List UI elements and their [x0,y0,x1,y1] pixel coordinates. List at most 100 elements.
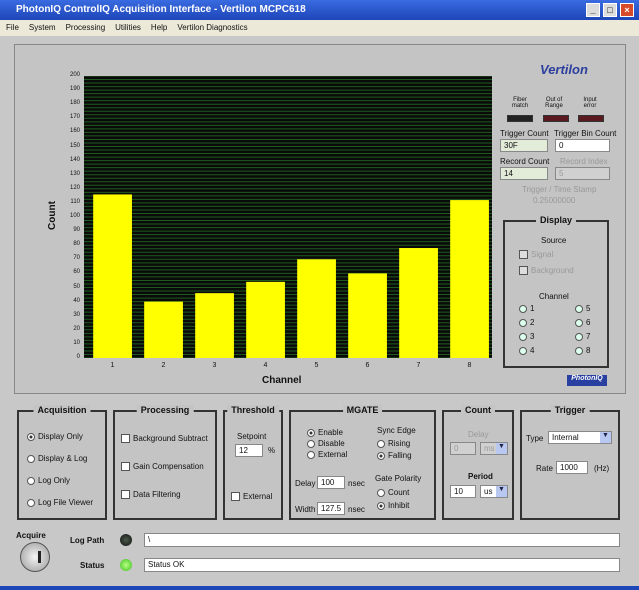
option-label: Log Only [38,476,71,485]
x-tick-label: 2 [161,362,166,369]
period-field[interactable]: 10 [450,485,476,498]
bar-chart [84,75,492,359]
menu-processing[interactable]: Processing [66,23,106,32]
trigger-bin-count-field[interactable]: 0 [555,139,610,152]
falling-radio[interactable] [377,451,385,460]
background-checkbox[interactable] [519,266,528,276]
delay-field[interactable]: 100 [317,476,345,489]
y-tick-label: 170 [69,114,80,121]
acquire-toggle-button[interactable] [20,542,50,572]
x-tick-label: 8 [467,362,472,369]
x-tick-label: 6 [365,362,370,369]
delay-label: Delay [295,479,316,488]
log-path-field[interactable]: \ [144,533,620,547]
option-label: Enable [318,428,343,437]
channel-number: 8 [586,346,591,355]
gate-polarity-label: Gate Polarity [375,474,422,483]
option-label: Log File Viewer [38,498,93,507]
rising-radio[interactable] [377,439,385,448]
signal-checkbox[interactable] [519,250,528,260]
external-radio[interactable] [307,450,315,459]
sync-edge-label: Sync Edge [377,426,416,435]
background-label: Background [531,266,574,275]
select-value: us [484,487,493,496]
trigger-count-field: 30F [500,139,548,152]
channel-4-toggle[interactable] [519,346,527,355]
record-index-field[interactable]: 5 [555,167,610,180]
record-count-field: 14 [500,167,548,180]
external-checkbox[interactable] [231,492,240,502]
delay-unit: nsec [348,479,365,488]
gain-compensation-checkbox[interactable] [121,462,130,472]
vertilon-logo: Vertilon [540,62,588,77]
option-label: Disable [318,439,345,448]
channel-option: 8 [575,346,590,355]
count-delay-unit-select[interactable]: ms ▼ [480,442,508,455]
menu-system[interactable]: System [29,23,56,32]
chevron-down-icon: ▼ [496,486,507,497]
y-tick-label: 50 [73,283,80,290]
menu-file[interactable]: File [6,23,19,32]
count-radio[interactable] [377,488,385,497]
status-field: Status OK [144,558,620,572]
input-error-label: Input error [583,97,597,109]
chevron-down-icon: ▼ [600,432,611,443]
channel-number: 6 [586,318,591,327]
window-border [0,586,639,590]
photoniq-logo: PhotonIQ [567,375,607,386]
display-log-radio[interactable] [27,454,35,463]
maximize-button[interactable]: □ [603,3,617,17]
enable-radio[interactable] [307,428,315,437]
status-label: Status [80,561,105,570]
threshold-group: Threshold Setpoint 12 % External [223,405,283,520]
period-unit-select[interactable]: us ▼ [480,485,508,498]
log-file-viewer-radio[interactable] [27,498,35,507]
log-only-radio[interactable] [27,476,35,485]
channel-7-toggle[interactable] [575,332,583,341]
trigger-time-label: Trigger / Time Stamp [522,185,597,194]
y-tick-label: 10 [73,339,80,346]
option-label: Inhibit [388,501,410,510]
menu-diagnostics[interactable]: Vertilon Diagnostics [177,23,247,32]
channel-5-toggle[interactable] [575,304,583,313]
display-group: Display Source Signal Background Channel… [503,215,609,368]
trigger-type-select[interactable]: Internal ▼ [548,431,612,444]
processing-title: Processing [136,405,194,415]
channel-6-toggle[interactable] [575,318,583,327]
count-delay-field[interactable]: 0 [450,442,476,455]
display-only-radio[interactable] [27,432,35,441]
option-label: Gain Compensation [133,462,204,471]
minimize-button[interactable]: _ [586,3,600,17]
bar-channel-8 [450,200,489,358]
setpoint-field[interactable]: 12 [235,444,263,457]
y-tick-label: 80 [73,241,80,248]
source-label: Source [541,236,567,245]
width-field[interactable]: 127.5 [317,502,345,515]
menu-utilities[interactable]: Utilities [115,23,141,32]
channel-number: 5 [586,304,591,313]
trigger-bin-count-label: Trigger Bin Count [554,129,617,138]
background-subtract-checkbox[interactable] [121,434,130,444]
channel-2-toggle[interactable] [519,318,527,327]
channel-1-toggle[interactable] [519,304,527,313]
log-path-label: Log Path [70,536,105,545]
channel-3-toggle[interactable] [519,332,527,341]
mgate-title: MGATE [342,405,383,415]
trigger-type-label: Type [526,434,544,443]
bar-channel-1 [93,194,132,358]
y-tick-label: 90 [73,227,80,234]
channel-8-toggle[interactable] [575,346,583,355]
disable-radio[interactable] [307,439,315,448]
display-title: Display [535,215,577,225]
menu-help[interactable]: Help [151,23,167,32]
inhibit-radio[interactable] [377,501,385,510]
close-button[interactable]: × [620,3,634,17]
option-label: External [318,450,348,459]
y-tick-label: 120 [69,184,80,191]
fiber-match-label: Fiber match [511,97,529,109]
acquire-label: Acquire [16,531,46,540]
y-tick-label: 100 [69,213,80,219]
data-filtering-checkbox[interactable] [121,490,130,500]
rate-unit: (Hz) [594,464,610,473]
rate-field[interactable]: 1000 [556,461,588,474]
